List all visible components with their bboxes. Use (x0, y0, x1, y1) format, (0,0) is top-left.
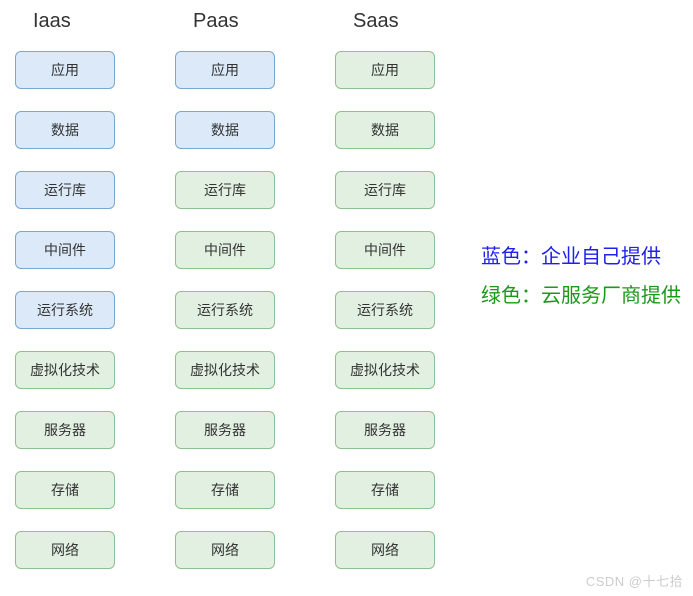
layer-box: 存储 (175, 471, 275, 509)
layer-box: 应用 (15, 51, 115, 89)
layer-box: 应用 (335, 51, 435, 89)
legend: 蓝色：企业自己提供 绿色：云服务厂商提供 (481, 240, 681, 318)
layer-box: 网络 (15, 531, 115, 569)
layer-box: 数据 (15, 111, 115, 149)
layer-box: 服务器 (15, 411, 115, 449)
layer-box: 运行系统 (175, 291, 275, 329)
layer-box: 虚拟化技术 (335, 351, 435, 389)
layer-box: 存储 (15, 471, 115, 509)
layer-box: 中间件 (175, 231, 275, 269)
watermark: CSDN @十七拾 (586, 571, 683, 590)
layer-box: 运行系统 (335, 291, 435, 329)
column-paas: Paas 应用 数据 运行库 中间件 运行系统 虚拟化技术 服务器 存储 网络 (175, 10, 275, 591)
layer-box: 虚拟化技术 (15, 351, 115, 389)
layer-box: 运行系统 (15, 291, 115, 329)
layer-box: 运行库 (335, 171, 435, 209)
layer-box: 网络 (175, 531, 275, 569)
column-title: Iaas (15, 10, 71, 33)
layer-box: 中间件 (335, 231, 435, 269)
column-title: Saas (335, 10, 399, 33)
layer-box: 运行库 (175, 171, 275, 209)
column-saas: Saas 应用 数据 运行库 中间件 运行系统 虚拟化技术 服务器 存储 网络 (335, 10, 435, 591)
layer-box: 中间件 (15, 231, 115, 269)
layer-box: 数据 (175, 111, 275, 149)
legend-green: 绿色：云服务厂商提供 (481, 279, 681, 308)
layer-box: 虚拟化技术 (175, 351, 275, 389)
column-iaas: Iaas 应用 数据 运行库 中间件 运行系统 虚拟化技术 服务器 存储 网络 (15, 10, 115, 591)
legend-blue: 蓝色：企业自己提供 (481, 240, 681, 269)
layer-box: 数据 (335, 111, 435, 149)
column-title: Paas (175, 10, 239, 33)
layer-box: 服务器 (335, 411, 435, 449)
layer-box: 服务器 (175, 411, 275, 449)
layer-box: 运行库 (15, 171, 115, 209)
layer-box: 网络 (335, 531, 435, 569)
layer-box: 应用 (175, 51, 275, 89)
layer-box: 存储 (335, 471, 435, 509)
